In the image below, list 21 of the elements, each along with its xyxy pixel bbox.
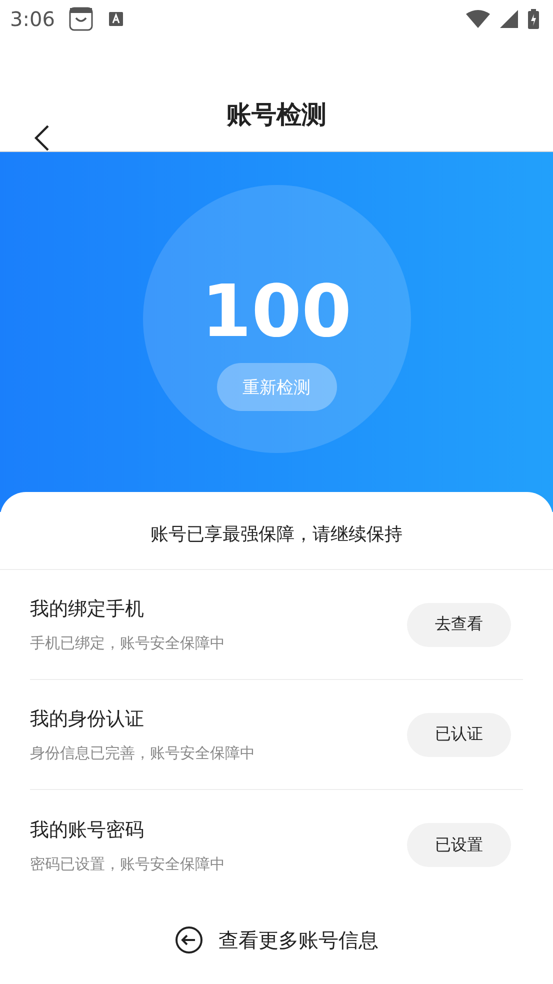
item-title: 我的身份认证 [30,707,145,732]
action-button[interactable]: 已认证 [407,712,511,756]
wifi-icon [466,10,490,28]
back-circle-icon[interactable] [174,926,202,954]
item-subtitle: 密码已设置，账号安全保障中 [30,854,226,874]
action-button[interactable]: 已设置 [407,823,511,867]
back-icon[interactable] [34,124,50,152]
notification-icon [108,12,123,26]
item-title: 我的账号密码 [30,818,145,842]
shopping-bag-icon [68,7,93,31]
item-subtitle: 身份信息已完善，账号安全保障中 [30,744,256,763]
action-button[interactable]: 去查看 [407,602,511,646]
status-time: 3:06 [10,7,55,31]
page-title: 账号检测 [226,99,326,131]
score-value: 100 [201,275,352,347]
summary-text: 账号已享最强保障，请继续保持 [0,492,553,570]
battery-icon [528,9,539,29]
more-info-link[interactable]: 查看更多账号信息 [218,926,378,954]
item-title: 我的绑定手机 [30,597,145,622]
item-subtitle: 手机已绑定，账号安全保障中 [30,634,226,653]
signal-icon [500,10,518,28]
